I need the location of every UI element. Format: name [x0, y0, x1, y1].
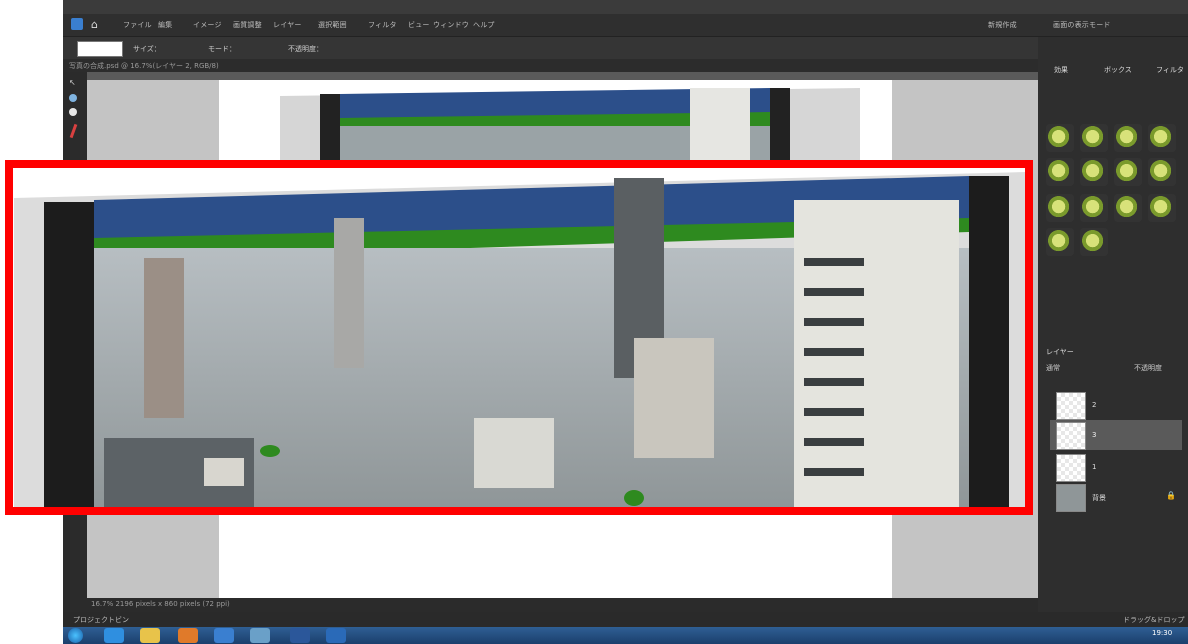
status-bar: 16.7% 2196 pixels x 860 pixels (72 ppi): [87, 598, 1038, 612]
panel-tab-effects[interactable]: 効果: [1054, 65, 1068, 75]
effect-thumb[interactable]: [1046, 194, 1074, 222]
brush-tool-icon[interactable]: [69, 123, 78, 139]
home-icon[interactable]: ⌂: [91, 18, 98, 31]
effect-thumb[interactable]: [1046, 124, 1074, 152]
effect-thumb[interactable]: [1114, 124, 1142, 152]
document-tab[interactable]: 写真の合成.psd @ 16.7%(レイヤー 2, RGB/8): [63, 59, 1038, 72]
effect-thumb[interactable]: [1080, 124, 1108, 152]
word-icon[interactable]: [290, 628, 310, 643]
brush-mode-label: モード：: [208, 45, 236, 53]
layer-thumbnail: [1056, 484, 1086, 512]
effect-thumb[interactable]: [1046, 228, 1074, 256]
effect-thumb[interactable]: [1114, 158, 1142, 186]
effect-thumb[interactable]: [1148, 194, 1176, 222]
brush-size-label: サイズ：: [133, 45, 161, 53]
layer-name: 3: [1092, 431, 1097, 439]
clock-time[interactable]: 19:30: [1152, 629, 1172, 637]
menu-edit[interactable]: 編集: [158, 20, 172, 30]
opacity-label: 不透明度：: [288, 45, 323, 53]
layers-panel-title: レイヤー: [1046, 348, 1074, 356]
layer-thumbnail: [1056, 454, 1086, 482]
menu-select[interactable]: 選択範囲: [318, 20, 347, 30]
drag-drop-label: ドラッグ&ドロップ: [1123, 616, 1185, 624]
menu-adjust[interactable]: 画質調整: [233, 20, 262, 30]
photo-editor-icon[interactable]: [214, 628, 234, 643]
effect-thumb[interactable]: [1046, 158, 1074, 186]
layer-thumbnail: [1056, 392, 1086, 420]
effect-thumb[interactable]: [1148, 124, 1176, 152]
panel-tab-box[interactable]: ボックス: [1104, 65, 1132, 75]
menu-file[interactable]: ファイル: [123, 20, 152, 30]
ie-icon[interactable]: [104, 628, 124, 643]
layer-name: 背景: [1092, 494, 1106, 502]
document-title: 写真の合成.psd @ 16.7%(レイヤー 2, RGB/8): [69, 62, 219, 70]
effect-thumb[interactable]: [1080, 228, 1108, 256]
tool-options-bar: サイズ： モード： 不透明度：: [63, 37, 1038, 59]
hand-tool-icon[interactable]: [69, 108, 77, 116]
menu-bar: ⌂ ファイル 編集 イメージ 画質調整 レイヤー 選択範囲 フィルタ ビュー ウ…: [63, 14, 1188, 37]
effect-thumb[interactable]: [1080, 158, 1108, 186]
menu-help[interactable]: ヘルプ: [473, 20, 495, 30]
background-panorama: [280, 88, 860, 166]
project-bin-bar: プロジェクトビン ドラッグ&ドロップ: [63, 612, 1188, 627]
project-bin-label[interactable]: プロジェクトビン: [73, 615, 129, 625]
media-player-icon[interactable]: [178, 628, 198, 643]
panel-tab-filter[interactable]: フィルタ: [1156, 65, 1184, 75]
zoom-tool-icon[interactable]: [69, 94, 77, 102]
effect-thumb[interactable]: [1148, 158, 1176, 186]
layer-row[interactable]: 2: [1050, 390, 1182, 420]
elements-icon[interactable]: [326, 628, 346, 643]
layer-thumbnail: [1056, 422, 1086, 450]
menu-image[interactable]: イメージ: [193, 20, 222, 30]
effect-thumb[interactable]: [1080, 194, 1108, 222]
screen-mode-button[interactable]: 画面の表示モード: [1053, 20, 1111, 30]
status-text: 16.7% 2196 pixels x 860 pixels (72 ppi): [91, 600, 230, 608]
brush-preview[interactable]: [77, 41, 123, 57]
app-logo-icon: [71, 18, 83, 30]
layer-opacity-label: 不透明度: [1134, 364, 1162, 372]
layer-row[interactable]: 1: [1050, 452, 1182, 482]
explorer-icon[interactable]: [140, 628, 160, 643]
layer-name: 2: [1092, 401, 1097, 409]
menu-window[interactable]: ウィンドウ: [433, 20, 469, 30]
start-button-icon[interactable]: [68, 628, 83, 643]
new-button[interactable]: 新規作成: [988, 20, 1017, 30]
highlight-box: [5, 160, 1033, 515]
menu-view[interactable]: ビュー: [408, 20, 430, 30]
effect-thumb[interactable]: [1114, 194, 1142, 222]
layer-name: 1: [1092, 463, 1097, 471]
move-tool-icon[interactable]: ↖: [69, 78, 76, 87]
menu-filter[interactable]: フィルタ: [368, 20, 397, 30]
layer-row-background[interactable]: 背景 🔒: [1050, 482, 1182, 512]
menu-layer[interactable]: レイヤー: [273, 20, 302, 30]
organizer-icon[interactable]: [250, 628, 270, 643]
lock-icon: 🔒: [1166, 491, 1176, 500]
blend-mode-select[interactable]: 通常: [1046, 363, 1060, 373]
layer-row-selected[interactable]: 3: [1050, 420, 1182, 450]
